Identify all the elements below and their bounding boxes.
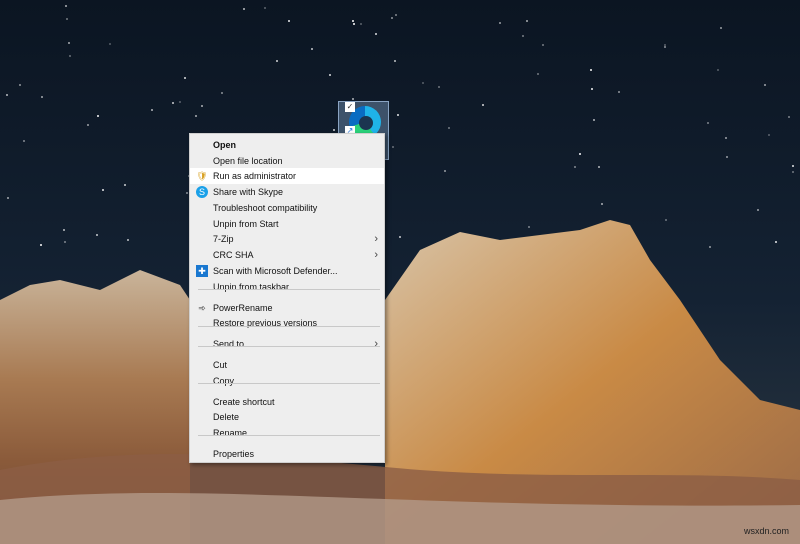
menu-item-run-as-administrator[interactable]: 🛡 Run as administrator [190,168,384,184]
powerrename-icon: ➾ [198,303,206,313]
menu-item-label: Scan with Microsoft Defender... [213,266,338,276]
menu-item-label: Copy [213,376,235,386]
menu-item-label: Send to [213,339,245,349]
chevron-right-icon: › [374,249,378,261]
menu-item-restore-previous-versions[interactable]: Restore previous versions [190,315,384,331]
menu-item-powerrename[interactable]: ➾ PowerRename [190,300,384,316]
menu-item-troubleshoot-compatibility[interactable]: Troubleshoot compatibility [190,200,384,216]
menu-item-label: Unpin from Start [213,219,279,229]
menu-item-label: CRC SHA [213,250,254,260]
menu-item-label: Unpin from taskbar [213,282,290,292]
menu-item-send-to[interactable]: Send to › [190,336,384,352]
menu-item-label: Run as administrator [213,171,297,181]
menu-item-open[interactable]: Open [190,137,384,153]
context-menu: Open Open file location 🛡 Run as administra… [189,133,385,463]
menu-item-copy[interactable]: Copy [190,373,384,389]
menu-item-label: PowerRename [213,303,273,313]
menu-item-label: Troubleshoot compatibility [213,203,318,213]
menu-item-properties[interactable]: Properties [190,446,384,462]
menu-item-crc-sha[interactable]: CRC SHA › [190,247,384,263]
menu-item-unpin-from-start[interactable]: Unpin from Start [190,216,384,232]
uac-shield-icon: 🛡 [196,171,208,181]
menu-separator [198,289,380,290]
menu-item-open-file-location[interactable]: Open file location [190,153,384,169]
menu-item-rename[interactable]: Rename [190,425,384,441]
menu-item-create-shortcut[interactable]: Create shortcut [190,394,384,410]
menu-item-label: Rename [213,428,248,438]
menu-item-label: Delete [213,412,240,422]
menu-item-cut[interactable]: Cut [190,357,384,373]
checkbox-icon[interactable]: ✓ [345,102,355,112]
menu-separator [198,346,380,347]
menu-item-7-zip[interactable]: 7-Zip › [190,231,384,247]
menu-item-unpin-from-taskbar[interactable]: Unpin from taskbar [190,279,384,295]
menu-separator [198,435,380,436]
rock-formation [0,220,800,544]
menu-item-label: Create shortcut [213,397,275,407]
menu-item-delete[interactable]: Delete [190,409,384,425]
chevron-right-icon: › [374,338,378,350]
skype-icon: S [196,186,208,198]
watermark: wsxdn.com [744,526,790,536]
menu-separator [198,383,380,384]
menu-separator [198,326,380,327]
menu-item-label: 7-Zip [213,234,234,244]
menu-item-label: Open file location [213,156,283,166]
menu-item-label: Share with Skype [213,187,284,197]
defender-icon: ✚ [196,265,208,277]
chevron-right-icon: › [374,233,378,245]
menu-item-label: Cut [213,360,228,370]
menu-item-scan-with-microsoft-defender[interactable]: ✚ Scan with Microsoft Defender... [190,263,384,279]
menu-item-label: Open [213,140,237,150]
menu-item-share-with-skype[interactable]: S Share with Skype [190,184,384,200]
menu-item-label: Properties [213,449,255,459]
